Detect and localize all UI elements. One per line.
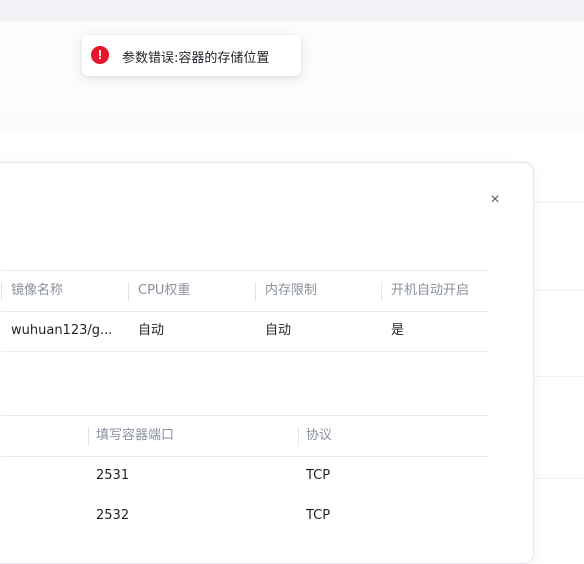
close-icon[interactable]: × [487, 192, 503, 208]
container-detail-dialog: × 镜像名称 CPU权重 内存限制 开机自动开启 wuhuan123/g... … [0, 162, 534, 564]
container-port-cell: 2531 [96, 468, 130, 483]
top-band [0, 0, 584, 21]
table-row: 2531 TCP [1, 456, 489, 496]
header-memory-limit: 内存限制 [265, 283, 318, 298]
container-port-cell: 2532 [96, 508, 130, 523]
header-container-port: 填写容器端口 [96, 428, 175, 443]
table-header-row: 填写容器端口 协议 [1, 415, 489, 457]
image-name-cell: wuhuan123/g... [11, 323, 113, 338]
toast-message: 参数错误:容器的存储位置 [122, 51, 270, 66]
header-cpu-weight: CPU权重 [138, 283, 191, 298]
memory-limit-cell: 自动 [265, 323, 292, 338]
column-separator [1, 282, 2, 301]
error-icon: ! [91, 46, 109, 64]
protocol-cell: TCP [306, 468, 331, 483]
header-auto-start: 开机自动开启 [391, 283, 470, 298]
auto-start-cell: 是 [391, 323, 405, 338]
column-separator [298, 427, 299, 446]
page-toolbar-background [0, 113, 584, 133]
table-header-row: 镜像名称 CPU权重 内存限制 开机自动开启 [1, 270, 489, 312]
column-separator [88, 427, 89, 446]
header-image-name: 镜像名称 [11, 283, 64, 298]
header-protocol: 协议 [306, 428, 333, 443]
protocol-cell: TCP [306, 508, 331, 523]
column-separator [255, 282, 256, 301]
table-row: wuhuan123/g... 自动 自动 是 [1, 311, 489, 352]
error-toast: ! 参数错误:容器的存储位置 [82, 35, 301, 76]
cpu-weight-cell: 自动 [138, 323, 165, 338]
column-separator [381, 282, 382, 301]
column-separator [128, 282, 129, 301]
table-row: 2532 TCP [1, 496, 489, 536]
